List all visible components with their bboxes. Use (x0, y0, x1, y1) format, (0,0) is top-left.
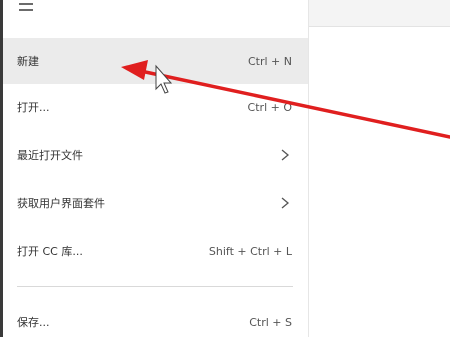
canvas-area (308, 0, 450, 337)
menu-item-recent-files[interactable]: 最近打开文件 (3, 132, 308, 178)
menu-item-save[interactable]: 保存... Ctrl + S (3, 299, 308, 345)
menu-item-label: 打开 CC 库... (17, 245, 83, 258)
menu-item-new[interactable]: 新建 Ctrl + N (3, 38, 308, 84)
menu-item-shortcut: Ctrl + O (247, 100, 292, 114)
hamburger-menu-icon[interactable] (19, 3, 33, 11)
menu-item-label: 最近打开文件 (17, 149, 83, 162)
chevron-right-icon (281, 149, 290, 161)
canvas-header (309, 0, 450, 27)
menu-item-label: 获取用户界面套件 (17, 197, 105, 210)
menu-item-ui-kits[interactable]: 获取用户界面套件 (3, 180, 308, 226)
menu-item-shortcut: Ctrl + S (249, 315, 292, 329)
menu-item-open[interactable]: 打开... Ctrl + O (3, 84, 308, 130)
file-menu: 新建 Ctrl + N 打开... Ctrl + O 最近打开文件 获取用户界面… (3, 0, 308, 337)
menu-item-label: 打开... (17, 101, 50, 114)
menu-divider (17, 286, 293, 287)
menu-item-open-cc-library[interactable]: 打开 CC 库... Shift + Ctrl + L (3, 228, 308, 274)
menu-item-label: 保存... (17, 316, 50, 329)
chevron-right-icon (281, 197, 290, 209)
menu-item-shortcut: Shift + Ctrl + L (208, 244, 292, 258)
menu-item-label: 新建 (17, 55, 39, 68)
menu-item-shortcut: Ctrl + N (247, 54, 292, 68)
